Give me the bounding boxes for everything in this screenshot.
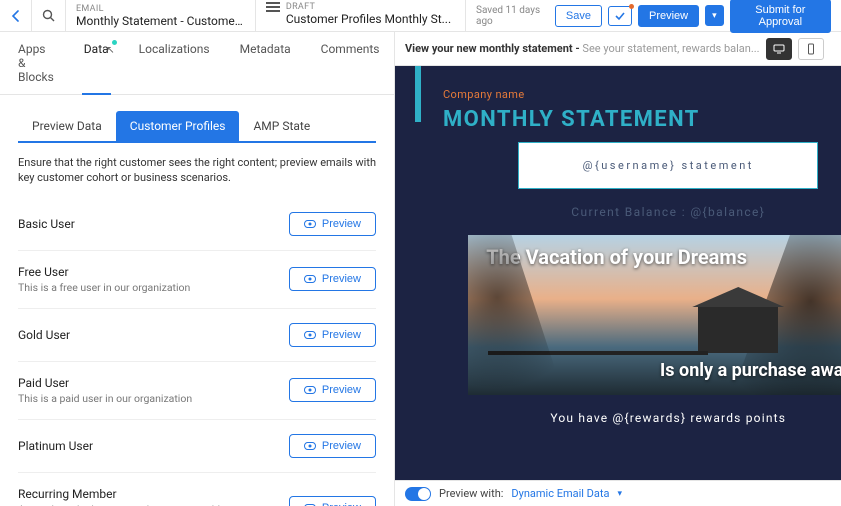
- chevron-down-icon[interactable]: ▾: [617, 489, 622, 499]
- cursor-icon: ↖: [106, 45, 114, 56]
- tab-apps-blocks[interactable]: Apps & Blocks: [18, 42, 54, 94]
- subtab-customer-profiles[interactable]: Customer Profiles: [116, 111, 240, 141]
- document-draft-header[interactable]: DRAFT Customer Profiles Monthly St...: [256, 0, 466, 31]
- profile-name: Recurring Member: [18, 487, 279, 501]
- saved-status: Saved 11 days ago: [476, 5, 545, 27]
- submit-approval-button[interactable]: Submit for Approval: [730, 0, 831, 33]
- preview-dropdown-button[interactable]: ▾: [705, 5, 724, 26]
- preview-profile-button[interactable]: Preview: [289, 496, 376, 506]
- preview-data-toggle[interactable]: [405, 487, 431, 501]
- preview-with-label: Preview with:: [439, 487, 503, 500]
- back-button[interactable]: [0, 0, 32, 31]
- tab-localizations[interactable]: Localizations: [139, 42, 210, 94]
- device-desktop-button[interactable]: [766, 38, 792, 60]
- list-item: Free User This is a free user in our orga…: [18, 251, 376, 309]
- subtab-preview-data[interactable]: Preview Data: [18, 111, 116, 141]
- document-email-header: EMAIL Monthly Statement - Customer Pr...: [66, 0, 256, 31]
- profile-name: Paid User: [18, 376, 192, 390]
- eye-icon: [304, 386, 316, 394]
- current-balance: Current Balance : @{balance}: [395, 205, 841, 219]
- subject-preview: View your new monthly statement - See yo…: [405, 42, 760, 55]
- customer-profiles-help: Ensure that the right customer sees the …: [0, 143, 394, 198]
- eye-icon: [304, 331, 316, 339]
- hero-text-1: The Vacation of your Dreams: [486, 245, 747, 269]
- preview-profile-button[interactable]: Preview: [289, 323, 376, 347]
- company-name: Company name: [395, 66, 841, 107]
- statement-heading: MONTHLY STATEMENT: [395, 107, 841, 132]
- subtab-amp-state[interactable]: AMP State: [239, 111, 324, 141]
- email-preview: Company name MONTHLY STATEMENT @{usernam…: [395, 66, 841, 506]
- top-actions: Saved 11 days ago Save Preview ▾ Submit …: [466, 0, 841, 31]
- draft-kicker: DRAFT: [286, 2, 451, 12]
- approve-check-button[interactable]: [608, 6, 632, 26]
- profile-desc: This is a free user in our organization: [18, 281, 190, 294]
- list-item: Recurring MemberA member who has a recur…: [18, 473, 376, 506]
- list-item: Platinum User Preview: [18, 420, 376, 473]
- list-item: Paid User This is a paid user in our orga…: [18, 362, 376, 420]
- save-button[interactable]: Save: [555, 5, 602, 27]
- accent-strip: [415, 66, 421, 122]
- preview-profile-button[interactable]: Preview: [289, 267, 376, 291]
- tab-metadata[interactable]: Metadata: [240, 42, 291, 94]
- profile-name: Free User: [18, 265, 190, 279]
- search-button[interactable]: [32, 0, 66, 31]
- profile-name: Platinum User: [18, 439, 93, 453]
- eye-icon: [304, 442, 316, 450]
- preview-data-mode[interactable]: Dynamic Email Data: [511, 487, 609, 500]
- device-mobile-button[interactable]: [798, 38, 824, 60]
- top-bar: EMAIL Monthly Statement - Customer Pr...…: [0, 0, 841, 32]
- list-item: Basic User Preview: [18, 198, 376, 251]
- hero-image: The Vacation of your Dreams Is only a pu…: [468, 235, 841, 395]
- list-item: Gold User Preview: [18, 309, 376, 362]
- username-card: @{username} statement: [518, 142, 818, 189]
- preview-profile-button[interactable]: Preview: [289, 434, 376, 458]
- preview-profile-button[interactable]: Preview: [289, 378, 376, 402]
- profile-desc: This is a paid user in our organization: [18, 392, 192, 405]
- preview-profile-button[interactable]: Preview: [289, 212, 376, 236]
- eye-icon: [304, 275, 316, 283]
- left-main-tabs: Apps & Blocks Data ↖ Localizations Metad…: [0, 32, 394, 95]
- preview-button[interactable]: Preview: [638, 5, 699, 27]
- preview-footer: Preview with: Dynamic Email Data ▾: [395, 480, 841, 506]
- menu-icon: [266, 2, 280, 12]
- profile-list: Basic User Preview Free User This is a fr…: [0, 198, 394, 506]
- tab-comments[interactable]: Comments: [321, 42, 380, 94]
- profile-name: Basic User: [18, 217, 75, 231]
- preview-toolbar: View your new monthly statement - See yo…: [395, 32, 841, 66]
- data-subtabs: Preview Data Customer Profiles AMP State: [18, 111, 376, 143]
- email-title: Monthly Statement - Customer Pr...: [76, 14, 245, 28]
- email-kicker: EMAIL: [76, 4, 104, 14]
- left-panel: Apps & Blocks Data ↖ Localizations Metad…: [0, 32, 395, 506]
- right-panel: View your new monthly statement - See yo…: [395, 32, 841, 506]
- draft-title: Customer Profiles Monthly St...: [286, 12, 451, 26]
- hero-text-2: Is only a purchase away: [660, 360, 841, 381]
- eye-icon: [304, 220, 316, 228]
- profile-name: Gold User: [18, 328, 70, 342]
- rewards-text: You have @{rewards} rewards points: [395, 411, 841, 425]
- tab-data[interactable]: Data ↖: [84, 42, 109, 94]
